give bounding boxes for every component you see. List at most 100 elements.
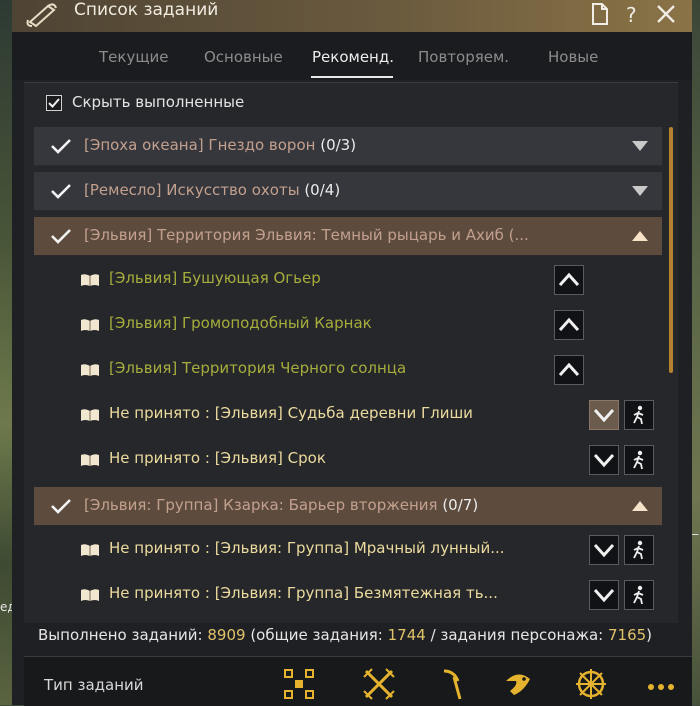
checkmark-icon (51, 184, 71, 199)
quest-item[interactable]: [Эльвия] Громоподобный Карнак (34, 303, 662, 347)
active-tab-indicator (311, 76, 393, 78)
stats-general: 1744 (387, 626, 426, 644)
quest-group-count: (0/3) (320, 136, 357, 154)
checkmark-icon (51, 139, 71, 154)
caret-up-icon (559, 317, 579, 332)
tab-new[interactable]: Новые (548, 48, 598, 66)
auto-path-button[interactable] (624, 535, 654, 565)
book-icon (81, 409, 99, 421)
quest-group-category: [Эльвия: Группа] Кзарка: Барьер вторжени… (84, 496, 438, 514)
caret-down-icon (594, 408, 614, 423)
walking-person-icon (633, 540, 644, 560)
quest-item[interactable]: [Эльвия] Территория Черного солнца (34, 348, 662, 392)
quest-group-header[interactable]: [Эпоха океана] Гнездо ворон (0/3) (34, 127, 662, 166)
tab-repeatable[interactable]: Повторяем. (418, 48, 509, 66)
quest-group-category: [Эпоха океана] Гнездо ворон (84, 136, 316, 154)
checkmark-icon (48, 98, 60, 108)
quest-item-title: Не принято : [Эльвия: Группа] Мрачный лу… (109, 539, 505, 557)
quest-item-title: [Эльвия] Громоподобный Карнак (109, 314, 372, 332)
book-icon (81, 364, 99, 376)
walking-person-icon (633, 585, 644, 605)
quest-group-category: [Эльвия] Территория Эльвия: Темный рыцар… (84, 226, 529, 244)
chevron-up-icon[interactable] (632, 500, 648, 512)
quest-group-header[interactable]: [Эльвия] Территория Эльвия: Темный рыцар… (34, 217, 662, 256)
quest-list-window: Список заданий ? Текущие Основные Рекоме… (12, 0, 692, 706)
quest-item[interactable]: Не принято : [Эльвия: Группа] Безмятежна… (34, 573, 662, 617)
combat-type-icon[interactable] (282, 667, 316, 701)
quest-item-title: [Эльвия] Бушующая Огьер (109, 269, 321, 287)
ship-wheel-icon[interactable] (574, 667, 608, 701)
quest-group-title: [Ремесло] Искусство охоты (0/4) (84, 181, 340, 199)
book-icon (81, 274, 99, 286)
quest-item-title: Не принято : [Эльвия] Судьба деревни Гли… (109, 404, 473, 422)
quest-item[interactable]: Не принято : [Эльвия] Судьба деревни Гли… (34, 393, 662, 437)
quest-item-title: Не принято : [Эльвия] Срок (109, 449, 326, 467)
completed-stats: Выполнено заданий: 8909 (общие задания: … (38, 626, 652, 644)
stats-prefix: Выполнено заданий: (38, 626, 208, 644)
accept-quest-button[interactable] (589, 400, 619, 430)
accept-quest-button[interactable] (589, 580, 619, 610)
quest-group-header[interactable]: [Ремесло] Искусство охоты (0/4) (34, 172, 662, 211)
chevron-down-icon[interactable] (632, 185, 648, 197)
caret-up-icon (559, 272, 579, 287)
chevron-down-icon[interactable] (632, 140, 648, 152)
caret-down-icon (594, 453, 614, 468)
checkmark-icon (51, 499, 71, 514)
checkmark-icon (51, 229, 71, 244)
tab-current[interactable]: Текущие (99, 48, 168, 66)
quest-item-title: Не принято : [Эльвия: Группа] Безмятежна… (109, 584, 498, 602)
stats-general-label: (общие задания: (245, 626, 388, 644)
svg-text:?: ? (626, 3, 637, 26)
caret-down-icon (594, 588, 614, 603)
document-icon[interactable] (588, 2, 612, 26)
quest-item-title: [Эльвия] Территория Черного солнца (109, 359, 407, 377)
book-icon (81, 589, 99, 601)
auto-path-button[interactable] (624, 580, 654, 610)
chevron-up-icon[interactable] (632, 230, 648, 242)
quest-item[interactable]: [Эльвия] Бушующая Огьер (34, 258, 662, 302)
tab-recommended[interactable]: Рекоменд. (312, 48, 394, 66)
quest-group-count: (0/4) (304, 181, 341, 199)
tab-main[interactable]: Основные (204, 48, 283, 66)
title-bar[interactable]: Список заданий ? (12, 0, 692, 33)
window-title: Список заданий (74, 0, 219, 20)
quest-group-header[interactable]: [Эльвия: Группа] Кзарка: Барьер вторжени… (34, 487, 662, 526)
stats-suffix: ) (646, 626, 653, 644)
stats-character-label: / задания персонажа: (425, 626, 608, 644)
hide-completed-label: Скрыть выполненные (72, 93, 245, 111)
quest-type-label: Тип заданий (44, 676, 144, 694)
help-icon[interactable]: ? (620, 2, 644, 26)
book-icon (81, 454, 99, 466)
quest-list: Скрыть выполненные [Эпоха океана] Гнездо… (24, 82, 678, 623)
close-icon[interactable] (654, 2, 678, 26)
stats-character: 7165 (607, 626, 647, 644)
accept-quest-button[interactable] (589, 535, 619, 565)
scrollbar-thumb[interactable] (669, 127, 673, 373)
walking-person-icon (633, 450, 644, 470)
hide-completed-checkbox[interactable] (46, 95, 62, 111)
auto-path-button[interactable] (624, 445, 654, 475)
quest-group-count: (0/7) (442, 496, 479, 514)
crossed-swords-icon[interactable] (362, 667, 396, 701)
stats-total: 8909 (207, 626, 246, 644)
caret-up-icon (559, 362, 579, 377)
quest-group-title: [Эльвия: Группа] Кзарка: Барьер вторжени… (84, 496, 478, 514)
navigate-button[interactable] (554, 355, 584, 385)
quest-type-bar: Тип заданий (24, 656, 692, 706)
auto-path-button[interactable] (624, 400, 654, 430)
fish-icon[interactable] (502, 667, 536, 701)
walking-person-icon (633, 405, 644, 425)
navigate-button[interactable] (554, 310, 584, 340)
tab-bar: Текущие Основные Рекоменд. Повторяем. Но… (12, 32, 692, 80)
quest-group-title: [Эльвия] Территория Эльвия: Темный рыцар… (84, 226, 529, 244)
more-icon[interactable] (644, 667, 678, 701)
pickaxe-icon[interactable] (434, 667, 468, 701)
quest-item[interactable]: Не принято : [Эльвия] Срок (34, 438, 662, 482)
quest-item[interactable]: Не принято : [Эльвия: Группа] Мрачный лу… (34, 528, 662, 572)
quest-group-title: [Эпоха океана] Гнездо ворон (0/3) (84, 136, 356, 154)
book-icon (81, 544, 99, 556)
navigate-button[interactable] (554, 265, 584, 295)
accept-quest-button[interactable] (589, 445, 619, 475)
book-icon (81, 319, 99, 331)
caret-down-icon (594, 543, 614, 558)
